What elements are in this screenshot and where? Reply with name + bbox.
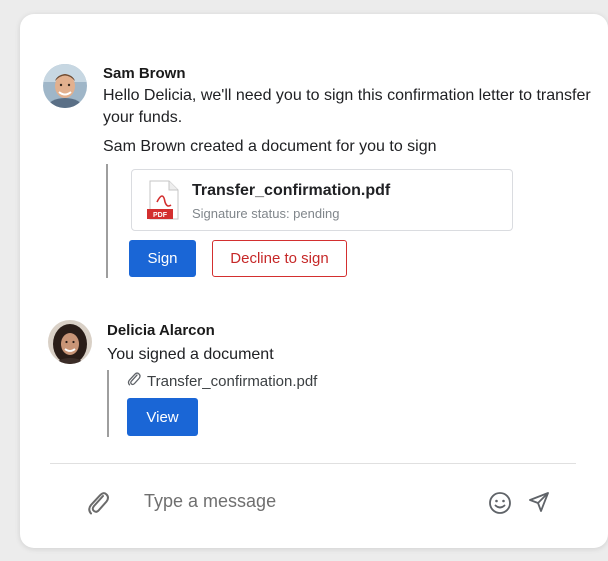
document-signed-event: You signed a document bbox=[107, 346, 274, 363]
sender-name: Sam Brown bbox=[103, 65, 186, 82]
smiley-icon[interactable] bbox=[488, 491, 512, 520]
send-icon[interactable] bbox=[527, 490, 551, 519]
sign-button[interactable]: Sign bbox=[129, 240, 196, 277]
composer-divider bbox=[50, 463, 576, 464]
pdf-label: PDF bbox=[153, 212, 168, 219]
document-card[interactable]: PDF Transfer_confirmation.pdf Signature … bbox=[131, 169, 513, 231]
paperclip-icon[interactable] bbox=[86, 490, 110, 521]
document-name: Transfer_confirmation.pdf bbox=[192, 182, 391, 199]
view-button[interactable]: View bbox=[127, 398, 198, 436]
message-text-line: Hello Delicia, we'll need you to sign th… bbox=[103, 87, 591, 104]
thread-line bbox=[106, 164, 108, 278]
avatar-delicia-alarcon bbox=[48, 320, 92, 364]
paperclip-icon bbox=[127, 371, 141, 391]
message-input[interactable]: Type a message bbox=[144, 491, 276, 512]
chat-panel: Sam Brown Hello Delicia, we'll need you … bbox=[20, 14, 608, 548]
thread-line bbox=[107, 370, 109, 437]
decline-to-sign-button[interactable]: Decline to sign bbox=[212, 240, 347, 277]
signature-status: Signature status: pending bbox=[192, 206, 340, 221]
attachment-filename: Transfer_confirmation.pdf bbox=[147, 372, 318, 390]
pdf-file-icon: PDF bbox=[147, 180, 181, 225]
document-created-event: Sam Brown created a document for you to … bbox=[103, 138, 437, 155]
sender-name: Delicia Alarcon bbox=[107, 322, 215, 339]
message-text-line: your funds. bbox=[103, 109, 183, 126]
avatar-sam-brown bbox=[43, 64, 87, 108]
attachment-line[interactable]: Transfer_confirmation.pdf bbox=[127, 371, 317, 391]
